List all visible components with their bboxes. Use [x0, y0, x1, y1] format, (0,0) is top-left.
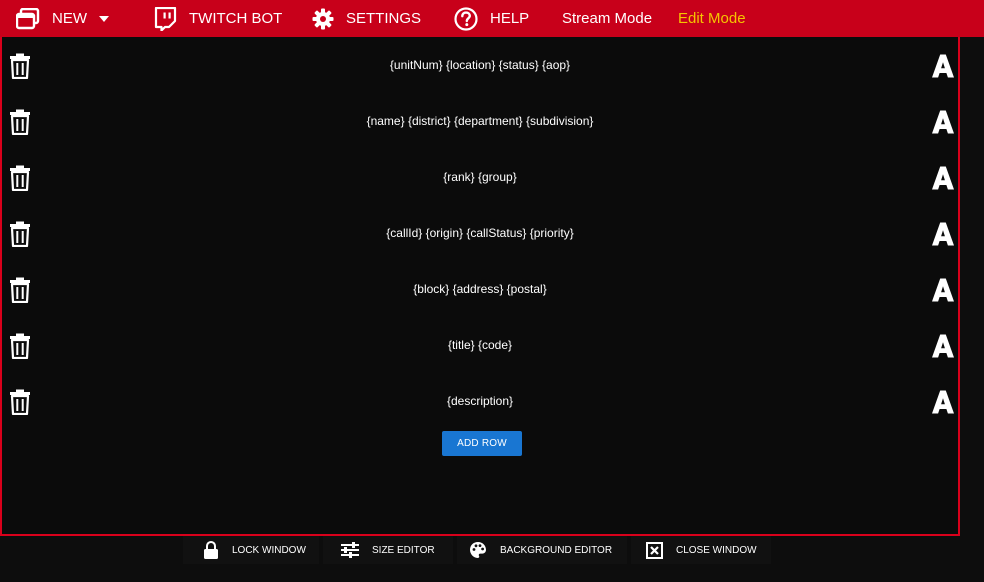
settings-button[interactable]: SETTINGS — [312, 0, 421, 37]
lock-window-label: LOCK WINDOW — [232, 544, 306, 556]
twitch-bot-label: TWITCH BOT — [189, 10, 283, 27]
editor-row: {rank} {group} — [2, 149, 958, 205]
background-editor-label: BACKGROUND EDITOR — [500, 544, 613, 556]
settings-label: SETTINGS — [346, 10, 422, 27]
close-window-button[interactable]: CLOSE WINDOW — [631, 536, 771, 564]
new-label: NEW — [52, 10, 87, 27]
twitch-icon — [153, 6, 177, 31]
lock-icon — [203, 541, 232, 559]
gear-icon — [312, 8, 334, 30]
help-icon — [454, 6, 478, 31]
font-icon[interactable] — [931, 166, 955, 190]
sliders-icon — [341, 542, 372, 558]
close-window-label: CLOSE WINDOW — [676, 544, 757, 556]
row-template-text[interactable]: {block} {address} {postal} — [2, 282, 958, 296]
font-icon[interactable] — [931, 222, 955, 246]
row-template-text[interactable]: {title} {code} — [2, 338, 958, 352]
new-window-icon — [16, 7, 40, 30]
lock-window-button[interactable]: LOCK WINDOW — [183, 536, 319, 564]
editor-row: {callId} {origin} {callStatus} {priority… — [2, 205, 958, 261]
help-label: HELP — [490, 10, 530, 27]
size-editor-label: SIZE EDITOR — [372, 544, 435, 556]
chevron-down-icon — [99, 15, 109, 22]
twitch-bot-button[interactable]: TWITCH BOT — [153, 0, 282, 37]
editor-row: {name} {district} {department} {subdivis… — [2, 93, 958, 149]
close-box-icon — [646, 541, 676, 559]
font-icon[interactable] — [931, 54, 955, 78]
editor-row: {unitNum} {location} {status} {aop} — [2, 37, 958, 93]
font-icon[interactable] — [931, 390, 955, 414]
new-menu[interactable]: NEW — [16, 0, 109, 37]
row-editor-panel: {unitNum} {location} {status} {aop} {nam… — [0, 37, 960, 536]
editor-row: {description} — [2, 373, 958, 429]
stream-mode-button[interactable]: Stream Mode — [562, 0, 652, 37]
row-template-text[interactable]: {rank} {group} — [2, 170, 958, 184]
size-editor-button[interactable]: SIZE EDITOR — [323, 536, 453, 564]
font-icon[interactable] — [931, 110, 955, 134]
add-row-button[interactable]: ADD ROW — [442, 431, 522, 456]
font-icon[interactable] — [931, 278, 955, 302]
editor-row: {title} {code} — [2, 317, 958, 373]
row-template-text[interactable]: {description} — [2, 394, 958, 408]
row-template-text[interactable]: {name} {district} {department} {subdivis… — [2, 114, 958, 128]
edit-mode-button[interactable]: Edit Mode — [678, 0, 746, 37]
top-nav-bar: NEW TWITCH BOT SETTINGS HELP Stream Mode… — [0, 0, 984, 37]
row-template-text[interactable]: {unitNum} {location} {status} {aop} — [2, 58, 958, 72]
row-template-text[interactable]: {callId} {origin} {callStatus} {priority… — [2, 226, 958, 240]
background-editor-button[interactable]: BACKGROUND EDITOR — [457, 536, 627, 564]
help-button[interactable]: HELP — [454, 0, 529, 37]
palette-icon — [469, 541, 500, 559]
font-icon[interactable] — [931, 334, 955, 358]
editor-row: {block} {address} {postal} — [2, 261, 958, 317]
